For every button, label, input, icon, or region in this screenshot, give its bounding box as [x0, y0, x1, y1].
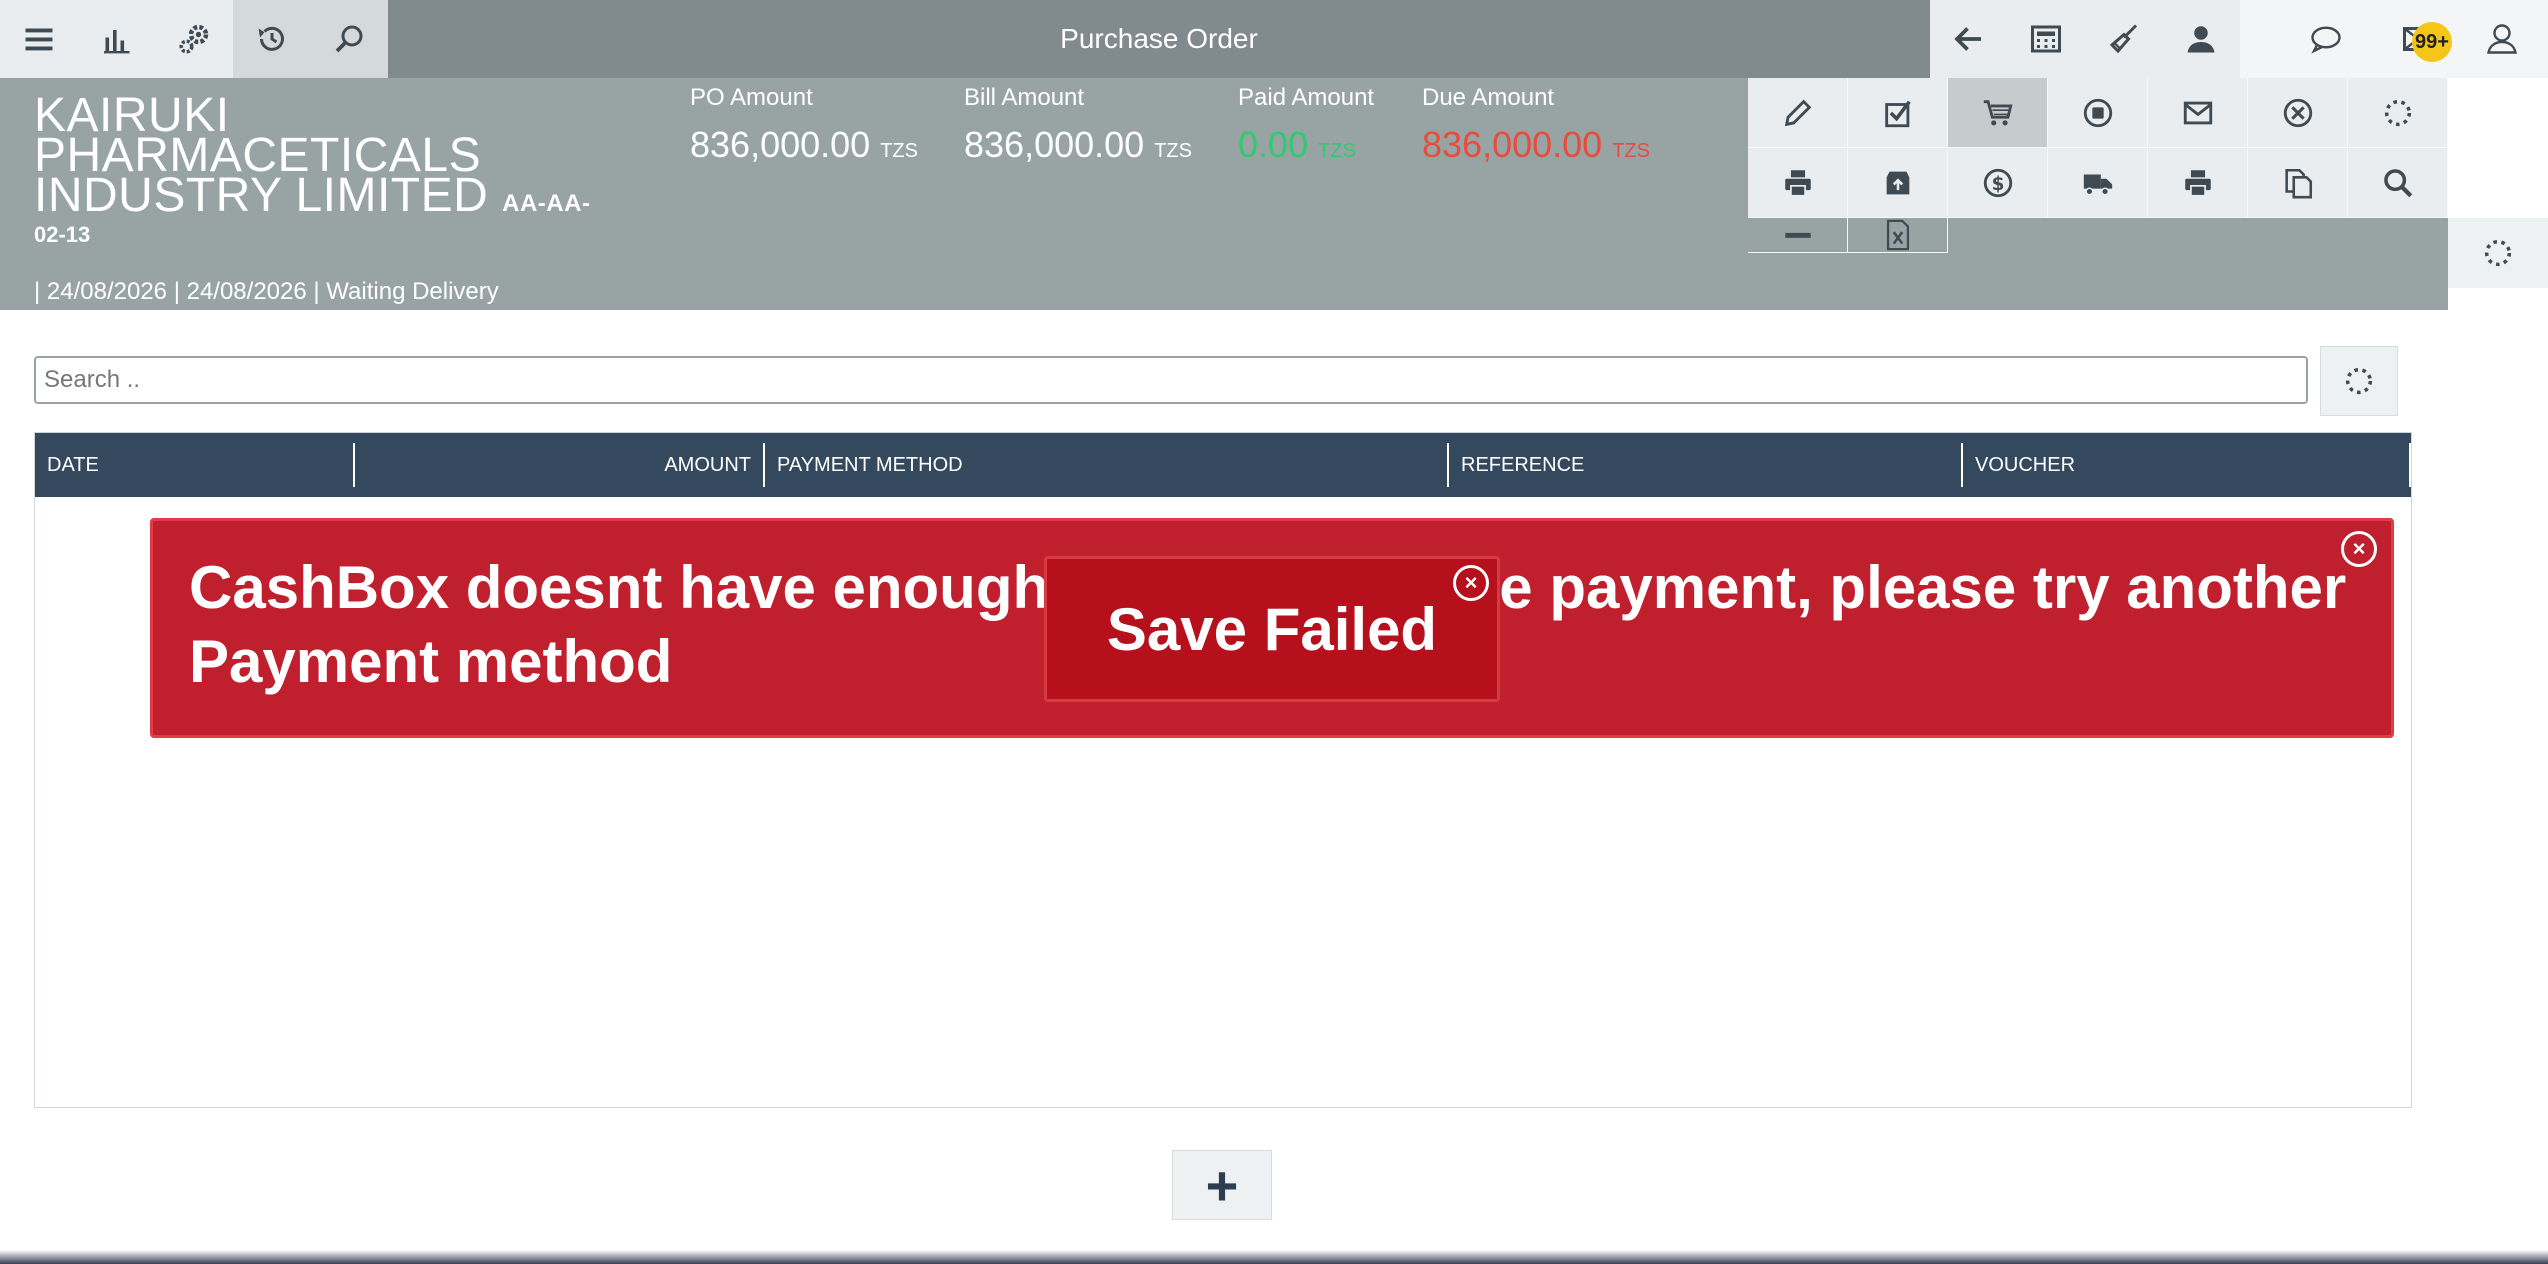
settings-button[interactable] [155, 0, 233, 78]
bill-amount: Bill Amount 836,000.00 TZS [964, 84, 1192, 166]
search-input[interactable] [34, 356, 2308, 404]
cancel-button[interactable] [2248, 78, 2348, 148]
column-voucher[interactable]: VOUCHER [1963, 443, 2411, 487]
duplicate-button[interactable] [2248, 148, 2348, 218]
printer-icon [1784, 169, 1811, 197]
save-failed-message: Save Failed [1106, 595, 1438, 663]
print-copy-button[interactable] [2148, 148, 2248, 218]
delivery-button[interactable] [2048, 148, 2148, 218]
arrow-left-icon [1954, 27, 1981, 51]
due-amount-value: 836,000.00 TZS [1422, 124, 1650, 165]
find-button[interactable] [2348, 148, 2448, 218]
history-button[interactable] [232, 0, 311, 78]
archive-button[interactable] [1848, 148, 1948, 218]
minus-icon [1784, 232, 1811, 238]
calculator-icon [2031, 25, 2062, 53]
truck-icon [2083, 174, 2112, 195]
chat-icon [2311, 26, 2341, 54]
page-title: Purchase Order [1060, 23, 1258, 54]
printer-icon [2184, 169, 2211, 197]
reports-button[interactable] [78, 0, 156, 78]
archive-icon [1886, 171, 1909, 194]
add-payment-button[interactable]: + [1172, 1150, 1272, 1220]
search-icon [335, 25, 363, 53]
stop-icon [2083, 98, 2112, 127]
pencil-icon [1784, 99, 1811, 126]
magnifier-icon [2383, 168, 2412, 197]
checkbox-icon [1884, 100, 1911, 127]
spinner-icon [2384, 99, 2411, 126]
company-name: KAIRUKI PHARMACETICALS INDUSTRY LIMITED … [34, 92, 634, 224]
chat-button[interactable] [2294, 0, 2358, 78]
cancel-circle-icon [2283, 98, 2312, 127]
svg-text:$: $ [1991, 174, 2004, 195]
column-date[interactable]: DATE [35, 443, 355, 487]
print-button[interactable] [1748, 148, 1848, 218]
copy-icon [2284, 168, 2312, 198]
action-toolbar: $ [1748, 78, 2448, 253]
top-left-toolbar [0, 0, 388, 78]
po-amount-label: PO Amount [690, 84, 813, 111]
column-amount[interactable]: AMOUNT [355, 443, 765, 487]
broom-icon [2109, 24, 2137, 54]
top-right-toolbar [1930, 0, 2240, 78]
bar-chart-icon [104, 30, 130, 54]
top-far-toolbar [2240, 0, 2548, 78]
paid-amount-value: 0.00 TZS [1238, 124, 1356, 165]
menu-button[interactable] [0, 0, 78, 78]
search-button[interactable] [310, 0, 388, 78]
refresh-button[interactable] [2320, 346, 2398, 416]
envelope-icon [2183, 101, 2212, 124]
po-amount: PO Amount 836,000.00 TZS [690, 84, 918, 166]
save-failed-alert: Save Failed × [1044, 556, 1500, 702]
back-button[interactable] [1930, 0, 2008, 78]
spinner-icon [2345, 367, 2373, 395]
order-meta: | 24/08/2026 | 24/08/2026 | Waiting Deli… [34, 278, 499, 305]
po-amount-value: 836,000.00 TZS [690, 124, 918, 165]
bill-amount-label: Bill Amount [964, 84, 1085, 111]
company-title: KAIRUKI PHARMACETICALS INDUSTRY LIMITED [34, 89, 489, 222]
close-icon: × [2352, 536, 2366, 561]
table-header: DATE AMOUNT PAYMENT METHOD REFERENCE VOU… [35, 433, 2411, 497]
close-error-button[interactable]: × [2341, 531, 2377, 567]
profile-button[interactable] [2480, 0, 2524, 78]
bill-amount-value: 836,000.00 TZS [964, 124, 1192, 165]
column-reference[interactable]: REFERENCE [1449, 443, 1963, 487]
dollar-icon: $ [1983, 168, 2012, 197]
bottom-edge [0, 1250, 2548, 1264]
column-payment-method[interactable]: PAYMENT METHOD [765, 443, 1449, 487]
calculator-button[interactable] [2008, 0, 2086, 78]
email-button[interactable] [2148, 78, 2248, 148]
remove-button[interactable] [1748, 218, 1848, 253]
loading-button[interactable] [2348, 78, 2448, 148]
close-save-failed-button[interactable]: × [1453, 565, 1489, 601]
excel-icon [1886, 219, 1909, 251]
side-loading-button[interactable] [2448, 218, 2548, 288]
user-button[interactable] [2163, 0, 2241, 78]
payment-button[interactable]: $ [1948, 148, 2048, 218]
due-amount-label: Due Amount [1422, 84, 1555, 111]
cart-button[interactable] [1948, 78, 2048, 148]
menu-icon [25, 28, 53, 51]
edit-button[interactable] [1748, 78, 1848, 148]
order-code-part2: 02-13 [34, 222, 91, 247]
clean-button[interactable] [2085, 0, 2163, 78]
export-excel-button[interactable] [1848, 218, 1948, 253]
paid-amount-label: Paid Amount [1238, 84, 1375, 111]
close-icon: × [1464, 570, 1478, 595]
cart-icon [1983, 99, 2013, 125]
due-amount: Due Amount 836,000.00 TZS [1422, 84, 1650, 166]
settings-gear-icon [179, 24, 209, 54]
order-code-part1: AA-AA- [502, 190, 591, 217]
user-outline-icon [2487, 24, 2517, 54]
user-icon [2187, 26, 2215, 53]
stop-button[interactable] [2048, 78, 2148, 148]
spinner-icon [2484, 239, 2512, 267]
notification-badge: 99+ [2412, 22, 2452, 62]
approve-button[interactable] [1848, 78, 1948, 148]
paid-amount: Paid Amount 0.00 TZS [1238, 84, 1374, 166]
history-icon [258, 26, 284, 51]
top-bar: Purchase Order 99+ [0, 0, 2548, 78]
